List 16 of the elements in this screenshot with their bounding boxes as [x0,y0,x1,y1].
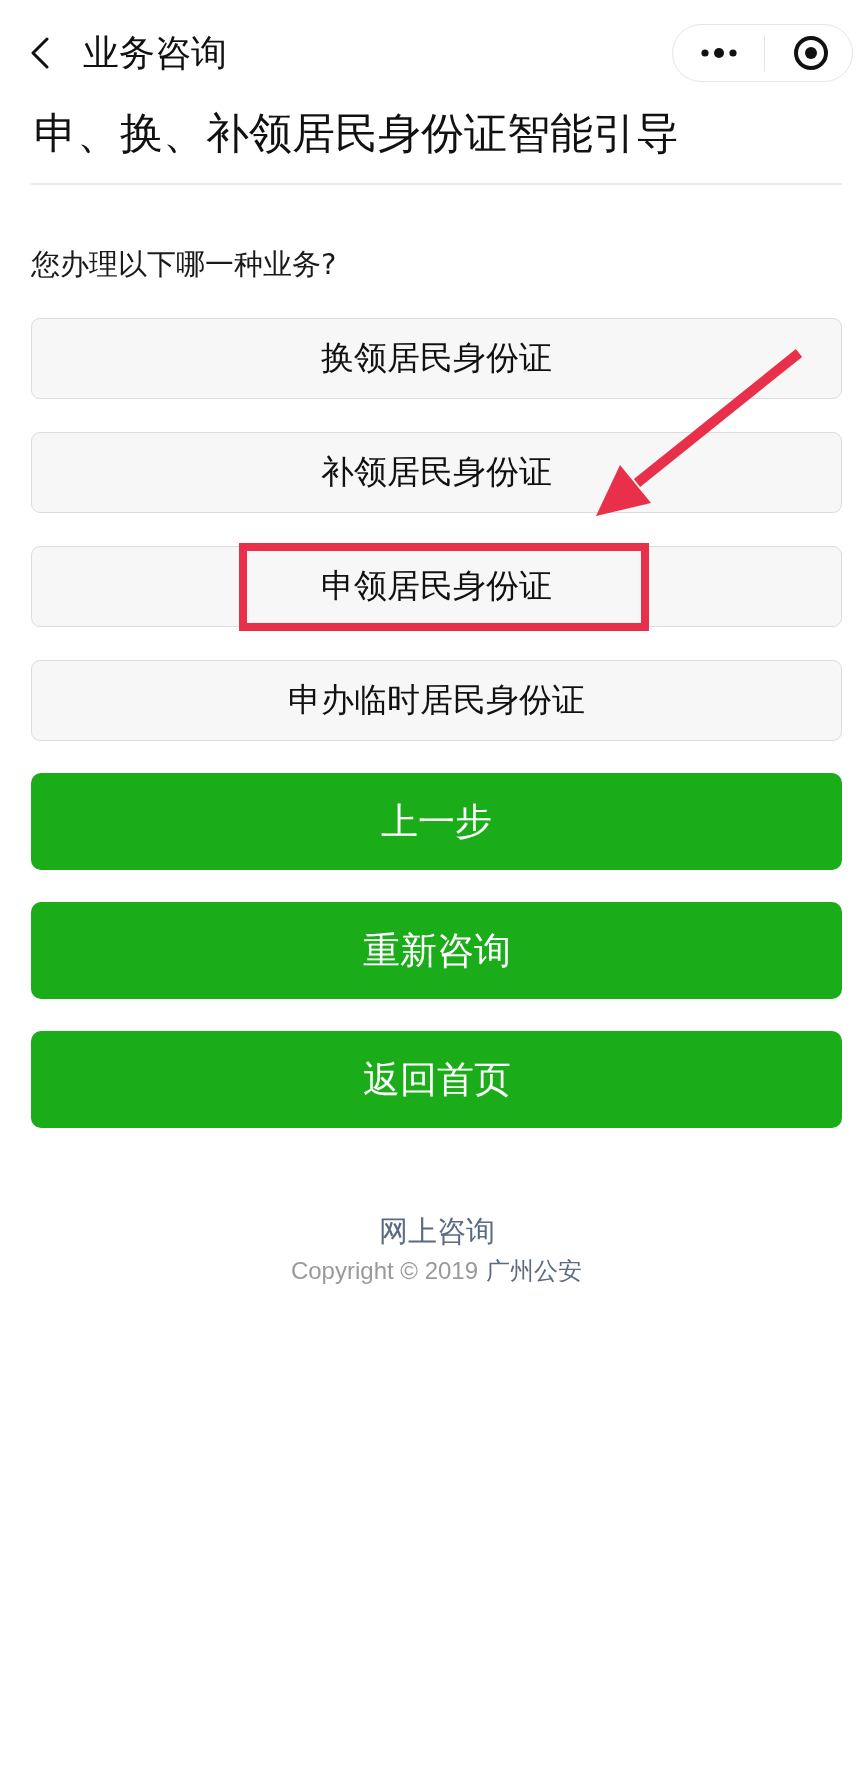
consult-link[interactable]: 网上咨询 [378,1211,495,1251]
page-title: 业务咨询 [83,31,228,75]
question-text: 您办理以下哪一种业务? [31,246,338,283]
owner-link[interactable]: 广州公安 [486,1255,583,1287]
page-heading: 申、换、补领居民身份证智能引导 [33,108,680,158]
circle-dot-icon[interactable] [794,36,828,70]
option-button[interactable]: 申办临时居民身份证 [31,660,842,741]
option-button[interactable]: 申领居民身份证 [31,546,842,627]
option-button[interactable]: 补领居民身份证 [31,432,842,513]
action-button[interactable]: 上一步 [31,773,842,870]
option-button[interactable]: 换领居民身份证 [31,318,842,399]
copyright-text: Copyright © 2019 [290,1256,479,1286]
back-icon[interactable] [30,37,50,69]
more-icon[interactable] [701,48,737,58]
action-button[interactable]: 返回首页 [31,1031,842,1128]
action-button[interactable]: 重新咨询 [31,902,842,999]
